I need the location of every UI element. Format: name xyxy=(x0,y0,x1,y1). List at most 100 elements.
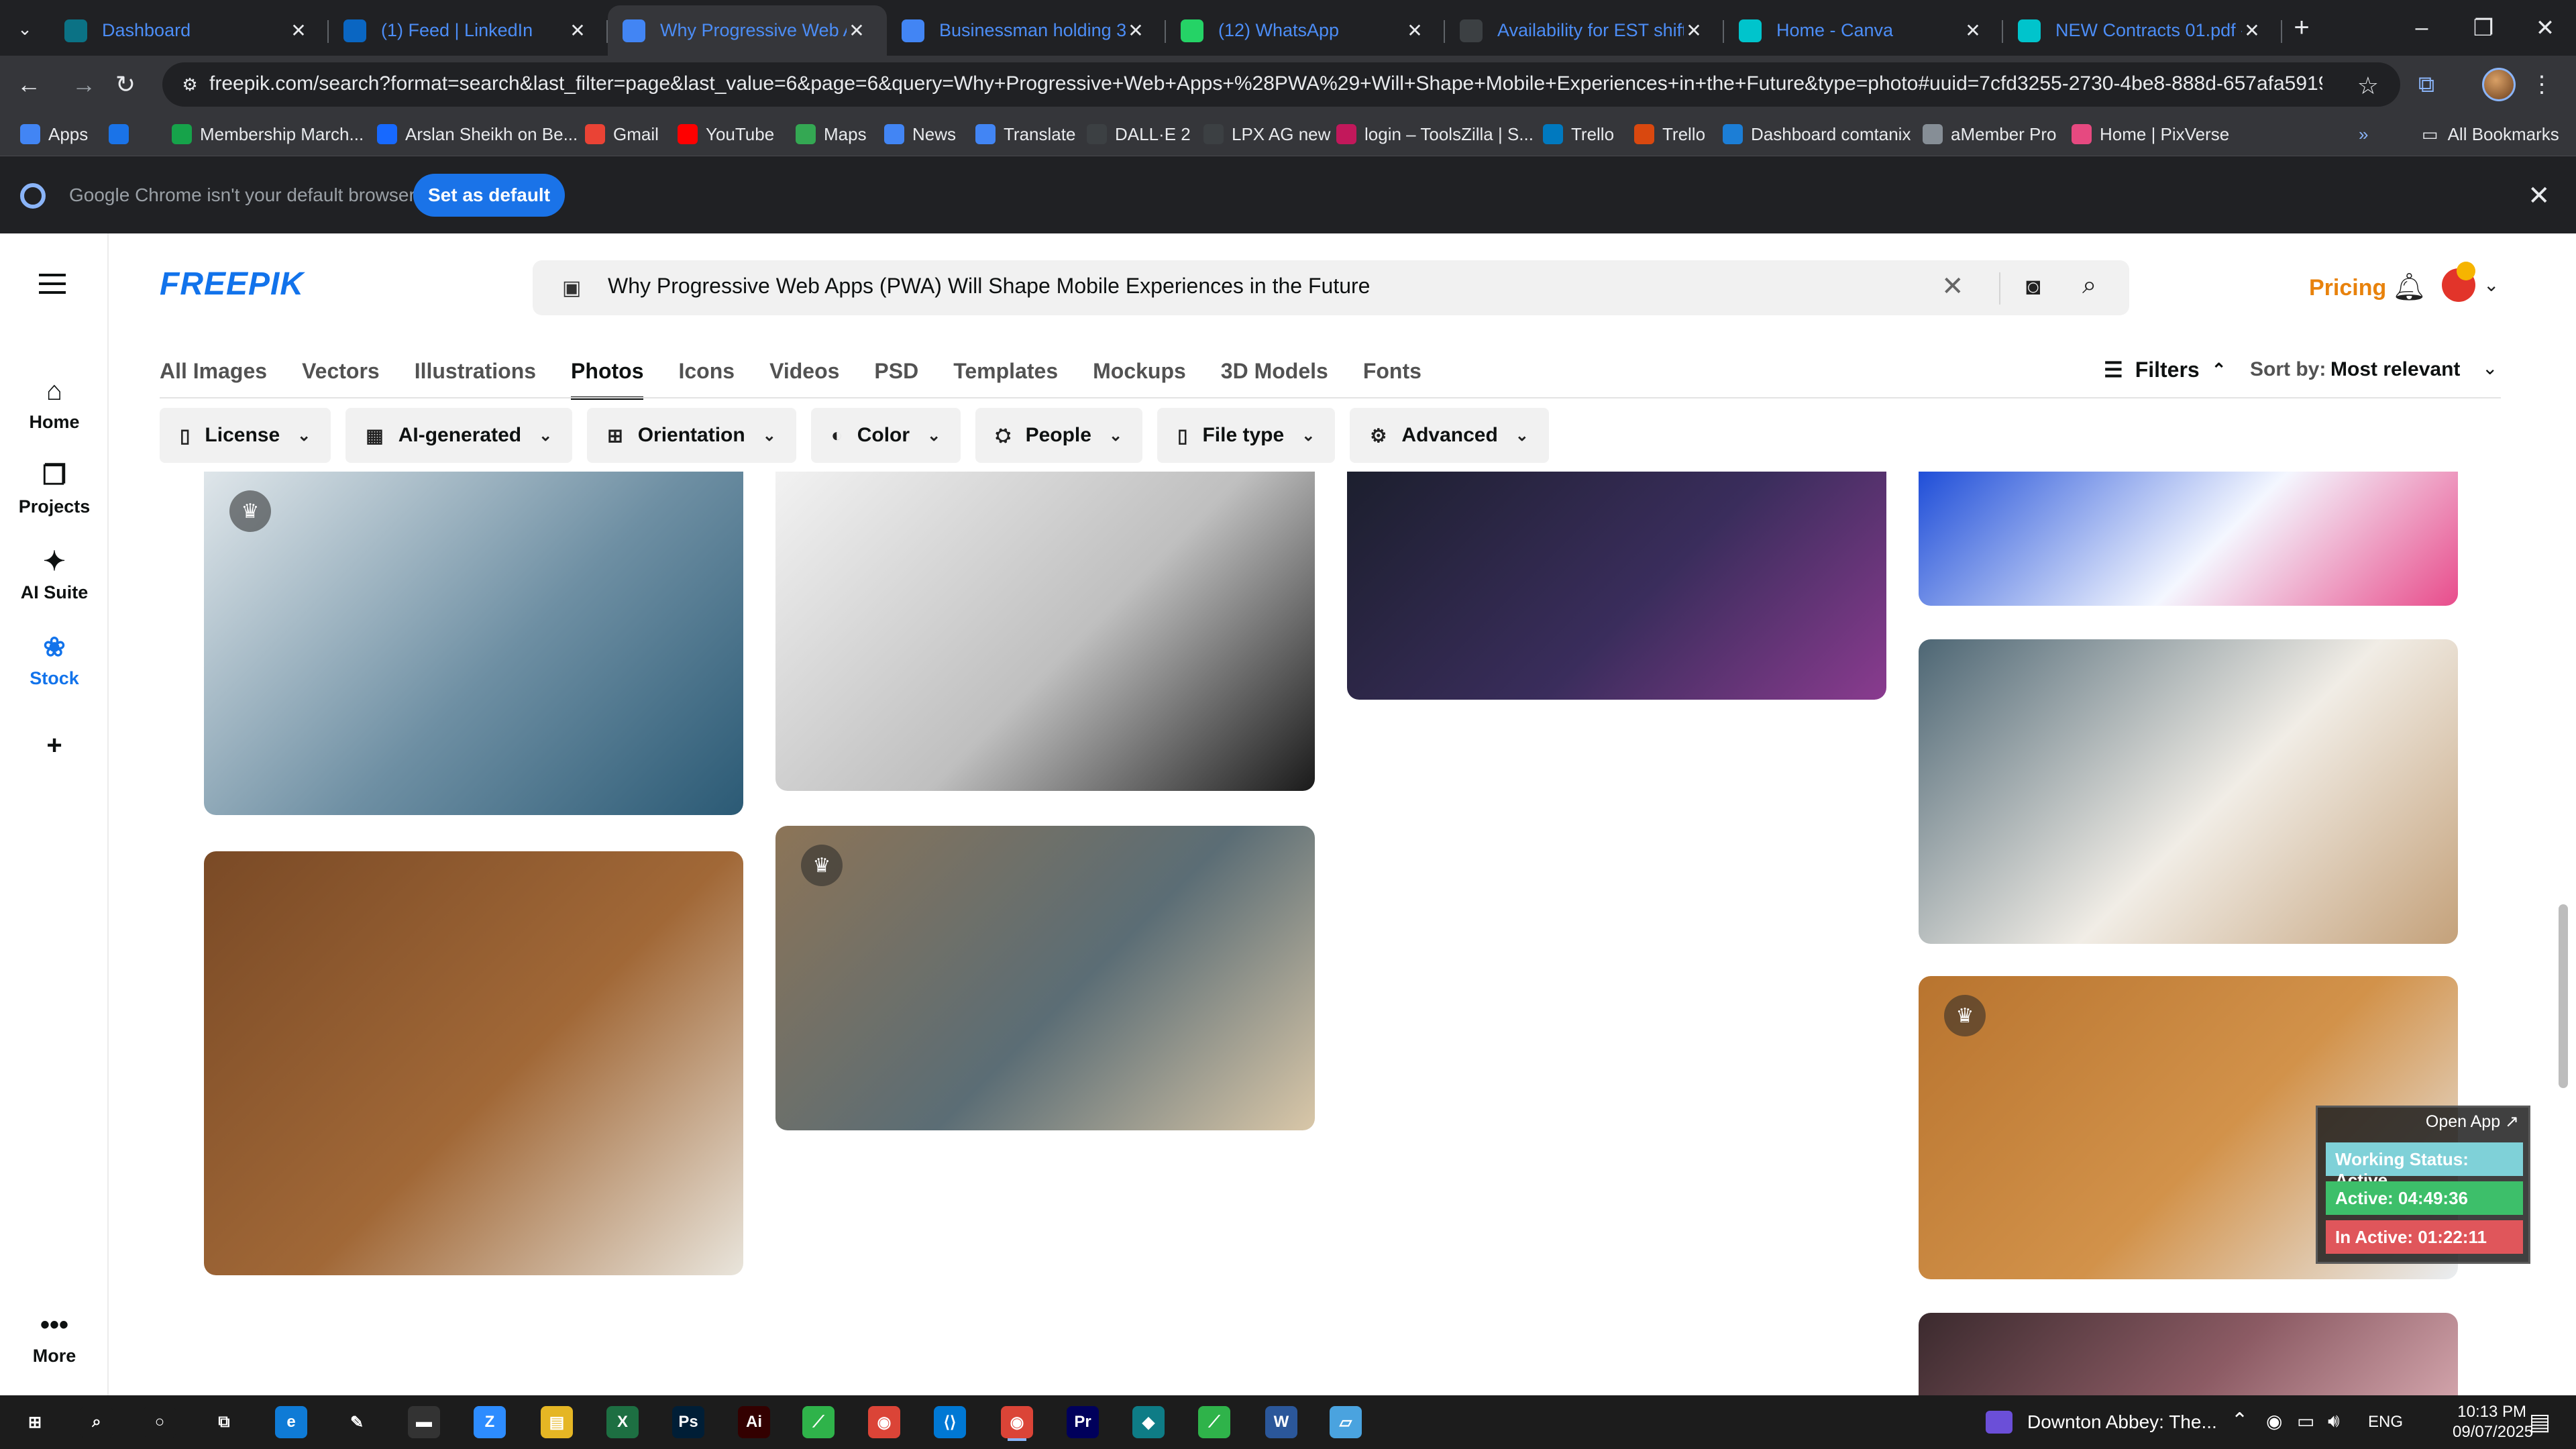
image-type-icon[interactable]: ▣ xyxy=(562,276,585,299)
browser-tab[interactable]: Availability for EST shift ✕ xyxy=(1445,5,1724,56)
filter-license[interactable]: ▯ License ⌄ xyxy=(160,408,331,463)
extensions-icon[interactable]: ⧉ xyxy=(2411,69,2442,100)
bookmark-item[interactable]: aMember Pro xyxy=(1923,119,2057,149)
back-button[interactable]: ← xyxy=(13,69,44,100)
volume-icon[interactable]: 🔊︎ xyxy=(2328,1410,2340,1432)
tab-close-icon[interactable]: ✕ xyxy=(847,19,867,42)
bookmark-item[interactable]: Trello xyxy=(1543,119,1614,149)
bookmark-item[interactable]: YouTube xyxy=(678,119,774,149)
page-scrollbar[interactable] xyxy=(2559,904,2568,1088)
photo-tablet-splash-mockup[interactable] xyxy=(775,472,1315,791)
zoom-icon[interactable]: Z xyxy=(474,1406,506,1438)
bookmark-item[interactable]: Trello xyxy=(1634,119,1705,149)
windows-start-icon[interactable]: ⊞ xyxy=(19,1406,51,1438)
filters-toggle[interactable]: ☰ Filters ⌃ xyxy=(2104,354,2226,385)
tab-close-icon[interactable]: ✕ xyxy=(2242,19,2262,42)
browser-tab[interactable]: Dashboard ✕ xyxy=(50,5,329,56)
browser-tab[interactable]: NEW Contracts 01.pdf - 8 ✕ xyxy=(2003,5,2282,56)
file-explorer-icon[interactable]: ▤ xyxy=(541,1406,573,1438)
search-icon[interactable]: ⌕ xyxy=(80,1406,113,1438)
freepik-logo[interactable]: FREEPIK xyxy=(160,266,304,303)
browser-tab[interactable]: Businessman holding 3d ✕ xyxy=(887,5,1166,56)
tab-psd[interactable]: PSD xyxy=(874,356,918,400)
browser-tab[interactable]: (12) WhatsApp ✕ xyxy=(1166,5,1445,56)
browser-tab[interactable]: Why Progressive Web Ap ✕ xyxy=(608,5,887,56)
filter-ai-generated[interactable]: ▦ AI-generated ⌄ xyxy=(345,408,573,463)
tab-close-icon[interactable]: ✕ xyxy=(1963,19,1983,42)
illustrator-icon[interactable]: Ai xyxy=(738,1406,770,1438)
search-input[interactable] xyxy=(608,274,1882,299)
pen-icon[interactable]: ✎ xyxy=(341,1406,373,1438)
chevron-down-icon[interactable]: ⌄ xyxy=(2483,274,2499,296)
bookmark-item[interactable]: Maps xyxy=(796,119,867,149)
notifications-bell-icon[interactable]: 🔔︎ xyxy=(2392,271,2426,303)
teal-app-icon[interactable]: ◆ xyxy=(1132,1406,1165,1438)
tab-videos[interactable]: Videos xyxy=(769,356,839,400)
pricing-link[interactable]: Pricing xyxy=(2309,275,2386,301)
bookmarks-overflow-icon[interactable]: » xyxy=(2359,119,2368,149)
language-indicator[interactable]: ENG xyxy=(2368,1413,2403,1432)
tab-search-chevron-icon[interactable]: ⌄ xyxy=(9,13,40,44)
tab-close-icon[interactable]: ✕ xyxy=(288,19,309,42)
clear-search-icon[interactable]: ✕ xyxy=(1941,271,1964,302)
tab-close-icon[interactable]: ✕ xyxy=(568,19,588,42)
action-center-icon[interactable]: ▤ xyxy=(2529,1409,2551,1436)
tab-all-images[interactable]: All Images xyxy=(160,356,267,400)
rail-item-home[interactable]: ⌂ Home xyxy=(0,376,109,433)
chrome-icon[interactable]: ◉ xyxy=(868,1406,900,1438)
browser-tab[interactable]: Home - Canva ✕ xyxy=(1724,5,2003,56)
terminal-icon[interactable]: ▬ xyxy=(408,1406,440,1438)
search-icon[interactable]: ⌕ xyxy=(2082,271,2096,300)
tab-close-icon[interactable]: ✕ xyxy=(1405,19,1425,42)
chrome-menu-icon[interactable]: ⋮ xyxy=(2526,69,2557,100)
forward-button[interactable]: → xyxy=(68,69,99,100)
tab-3d-models[interactable]: 3D Models xyxy=(1221,356,1328,400)
bookmark-item[interactable] xyxy=(109,119,137,149)
camera-search-icon[interactable]: ◙ xyxy=(2026,272,2041,301)
tab-icons[interactable]: Icons xyxy=(678,356,735,400)
bookmark-item[interactable]: Membership March... xyxy=(172,119,364,149)
bookmark-item[interactable]: Home | PixVerse xyxy=(2072,119,2229,149)
tab-templates[interactable]: Templates xyxy=(953,356,1058,400)
bookmark-item[interactable]: Apps xyxy=(20,119,88,149)
photo-team-wireframes-table[interactable]: ♛ xyxy=(775,826,1315,1130)
infobar-close-icon[interactable]: ✕ xyxy=(2528,180,2551,211)
bookmark-item[interactable]: Gmail xyxy=(585,119,659,149)
meet-now-icon[interactable]: ◉ xyxy=(2266,1410,2282,1432)
reload-button[interactable]: ↻ xyxy=(110,69,141,100)
bookmark-item[interactable]: News xyxy=(884,119,956,149)
set-as-default-button[interactable]: Set as default xyxy=(413,174,565,217)
close-window-button[interactable]: ✕ xyxy=(2514,0,2576,56)
bookmark-item[interactable]: LPX AG new xyxy=(1203,119,1330,149)
minimize-button[interactable]: – xyxy=(2391,0,2453,56)
chrome-active-icon[interactable]: ◉ xyxy=(1001,1406,1033,1438)
network-icon[interactable]: ▭ xyxy=(2297,1410,2314,1432)
photo-hands-phones-wood-table[interactable] xyxy=(204,851,743,1275)
filter-people[interactable]: ⛭ People ⌄ xyxy=(975,408,1143,463)
bookmark-star-icon[interactable]: ☆ xyxy=(2357,72,2379,100)
bookmark-item[interactable]: Dashboard comtanix xyxy=(1723,119,1911,149)
tab-close-icon[interactable]: ✕ xyxy=(1126,19,1146,42)
profile-avatar[interactable] xyxy=(2482,68,2516,101)
tab-fonts[interactable]: Fonts xyxy=(1363,356,1421,400)
green-app-2-icon[interactable]: ⟋ xyxy=(1198,1406,1230,1438)
photoshop-icon[interactable]: Ps xyxy=(672,1406,704,1438)
url-text[interactable]: freepik.com/search?format=search&last_fi… xyxy=(209,72,2322,95)
tab-close-icon[interactable]: ✕ xyxy=(1684,19,1704,42)
photo-connect-wallet-phone[interactable] xyxy=(1347,472,1886,700)
word-icon[interactable]: W xyxy=(1265,1406,1297,1438)
excel-icon[interactable]: X xyxy=(606,1406,639,1438)
new-tab-button[interactable]: + xyxy=(2286,12,2317,43)
bookmark-item[interactable]: login – ToolsZilla | S... xyxy=(1336,119,1534,149)
filter-orientation[interactable]: ⊞ Orientation ⌄ xyxy=(587,408,796,463)
task-view-icon[interactable]: ⧉ xyxy=(208,1406,240,1438)
filter-file-type[interactable]: ▯ File type ⌄ xyxy=(1157,408,1336,463)
tab-vectors[interactable]: Vectors xyxy=(302,356,380,400)
hamburger-menu-icon[interactable] xyxy=(39,274,66,294)
tray-overflow-chevron-icon[interactable]: ⌃ xyxy=(2231,1409,2248,1432)
sort-chevron-down-icon[interactable]: ⌄ xyxy=(2482,357,2498,379)
sort-select[interactable]: Most relevant xyxy=(2330,358,2460,381)
site-info-icon[interactable]: ⚙ xyxy=(178,73,201,96)
cortana-icon[interactable]: ○ xyxy=(144,1406,176,1438)
green-app-icon[interactable]: ⟋ xyxy=(802,1406,835,1438)
